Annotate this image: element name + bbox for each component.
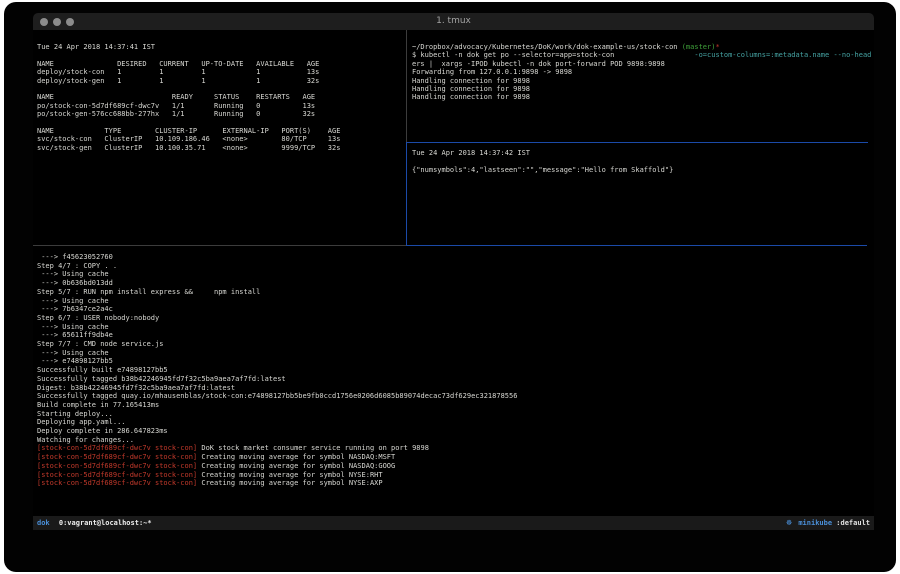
pane-divider-horizontal-active-top (406, 142, 868, 143)
session-name: dok (37, 519, 50, 527)
status-left: dok 0:vagrant@localhost:~* (37, 516, 152, 530)
window-titlebar[interactable]: 1. tmux (33, 13, 874, 30)
pane-skaffold-build-log[interactable]: ---> f45623052760 Step 4/7 : COPY . . --… (37, 253, 517, 488)
kubernetes-icon: ☸ (786, 519, 792, 527)
kube-namespace: :default (836, 519, 870, 527)
pane-kubectl-watch[interactable]: Tue 24 Apr 2018 14:37:41 IST NAME DESIRE… (37, 43, 340, 152)
kube-context: minikube (798, 519, 832, 527)
tmux-status-bar: dok 0:vagrant@localhost:~* ☸ minikube :d… (33, 516, 874, 530)
minimize-icon[interactable] (53, 18, 61, 26)
traffic-lights (40, 18, 74, 26)
tmux-session: Tue 24 Apr 2018 14:37:41 IST NAME DESIRE… (33, 30, 874, 516)
pane-divider-vertical-inactive (406, 30, 407, 142)
zoom-icon[interactable] (66, 18, 74, 26)
pane-service-output[interactable]: Tue 24 Apr 2018 14:37:42 IST {"numsymbol… (412, 149, 673, 174)
pane-divider-vertical-active (406, 142, 407, 246)
pane-divider-horizontal-inactive (33, 245, 406, 246)
pane-port-forward[interactable]: ~/Dropbox/advocacy/Kubernetes/DoK/work/d… (412, 43, 871, 102)
pane-divider-horizontal-active-bottom (406, 245, 867, 246)
window-title: 1. tmux (33, 13, 874, 30)
desktop-background: 1. tmux Tue 24 Apr 2018 14:37:41 IST NAM… (4, 2, 896, 572)
close-icon[interactable] (40, 18, 48, 26)
status-right: ☸ minikube :default (786, 516, 870, 530)
status-window-item[interactable]: 0:vagrant@localhost:~* (59, 519, 152, 527)
